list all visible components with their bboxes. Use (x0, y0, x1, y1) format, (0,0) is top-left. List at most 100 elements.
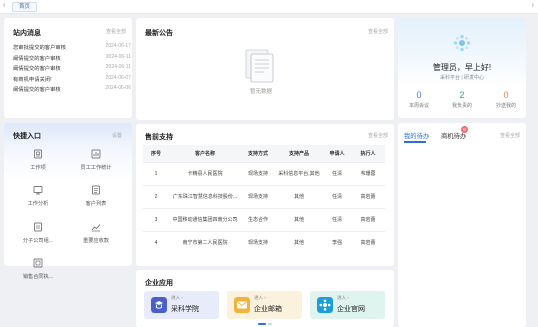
opportunity-todo-badge: 8 (461, 126, 468, 133)
todo-view-all-link[interactable]: 查看全部 (500, 132, 520, 139)
table-cell: 其他 (275, 184, 323, 208)
table-cell: 3 (143, 207, 169, 231)
quick-item-customer-list[interactable]: 客户列表 (71, 185, 121, 207)
work-analysis-icon (33, 186, 43, 195)
quick-item-label: 重要应收款 (83, 238, 109, 244)
active-tab-indicator (404, 141, 426, 143)
empty-document-icon (245, 49, 274, 83)
announcements-title: 最新公告 (145, 30, 173, 37)
message-date: 2024-06-17 (105, 43, 131, 49)
table-cell: 1 (143, 161, 169, 185)
receivable-icon (91, 224, 101, 232)
message-text: 有商机申请关闭! (13, 76, 52, 83)
table-cell: 其他 (275, 230, 323, 254)
quick-item-work-analysis[interactable]: 工作分析 (13, 185, 63, 207)
app-tile-mail[interactable]: 进入 › 企业邮箱 (227, 291, 302, 319)
app-name: 采科学院 (171, 306, 199, 313)
quick-item-subsidiary[interactable]: 分子公司组... (13, 222, 63, 244)
work-stats-icon (91, 149, 101, 159)
quick-item-label: 员工工作统计 (80, 165, 112, 171)
table-cell: 高岩蕾 (351, 230, 385, 254)
table-row[interactable]: 4 南宁市第二人民医院 现场支持 其他 李强 高岩蕾 (143, 230, 385, 254)
messages-title: 站内消息 (13, 30, 41, 37)
messages-list: 您审批提交的客户审核 2024-06-17 阚倩提交的客户审核 2024-06-… (13, 41, 133, 94)
greeting-text: 管理员，早上好! (432, 63, 492, 72)
table-cell: 高岩蕾 (351, 207, 385, 231)
column-header: 支持产品 (275, 145, 323, 162)
table-cell: 卡精县人民医院 (169, 161, 241, 185)
quick-item-contract[interactable]: 销售合同执... (13, 258, 63, 280)
stat-label: 抄送我的 (495, 103, 516, 109)
app-enter-link: 进入 › (254, 295, 266, 300)
quick-item-work-stats[interactable]: 员工工作统计 (71, 149, 121, 171)
table-cell: 韦珊蓉 (351, 161, 385, 185)
presales-view-all-link[interactable]: 查看全部 (368, 132, 388, 139)
messages-view-all-link[interactable]: 查看全部 (106, 28, 126, 35)
app-name: 企业官网 (337, 306, 365, 313)
table-cell: 任清 (323, 207, 351, 231)
column-header: 客户名称 (169, 145, 241, 162)
quick-item-work-item[interactable]: 工作项 (13, 149, 63, 171)
quick-item-label: 工作分析 (27, 201, 49, 207)
message-text: 阚倩提交的客户审核 (13, 66, 61, 72)
table-cell: 南宁市第二人民医院 (169, 230, 241, 254)
column-header: 序号 (143, 145, 169, 162)
tab-home[interactable]: 首页 (12, 2, 38, 12)
app-tile-academy[interactable]: 进入 › 采科学院 (144, 291, 219, 319)
top-tabbar: ‹ 首页 › (0, 0, 538, 14)
app-enter-link: 进入 › (171, 295, 183, 300)
app-enter-link: 进入 › (337, 295, 349, 300)
app-tile-website[interactable]: 进入 › 企业官网 (310, 291, 385, 319)
message-item[interactable]: 阚倩提交的客户审核 2024-06-11 (13, 62, 133, 73)
quick-item-label: 销售合同执... (22, 274, 54, 280)
message-item[interactable]: 您审批提交的客户审核 2024-06-17 (13, 41, 133, 52)
stat-my-responsible[interactable]: 2 我负责的 (441, 90, 483, 109)
department-text: 采科平台 | 研发中心 (439, 75, 485, 81)
column-header: 申请人 (323, 145, 351, 162)
table-cell: 任清 (323, 161, 351, 185)
message-item[interactable]: 阚倩提交的客户审核 2024-06-11 (13, 52, 133, 63)
message-text: 阚倩提交的客户审核 (13, 87, 61, 93)
carousel-dot-active[interactable] (258, 323, 266, 325)
website-icon (317, 297, 333, 313)
table-cell: 任清 (323, 184, 351, 208)
announcements-empty-text: 暂无数据 (249, 89, 272, 95)
message-item[interactable]: 阚倩提交的客户审核 2024-06-06 (13, 83, 133, 94)
customer-list-icon (92, 185, 100, 195)
table-cell: 生态合作 (241, 207, 275, 231)
stat-value: 0 (416, 90, 422, 100)
presales-support-table: 序号 客户名称 支持方式 支持产品 申请人 执行人 1 卡精县人民医院 现场支持… (143, 145, 385, 254)
message-date: 2024-06-11 (105, 53, 131, 60)
table-cell: 其他 (275, 207, 323, 231)
stat-weekly-meetings[interactable]: 0 本周会议 (398, 90, 440, 109)
carousel-dot[interactable] (268, 323, 272, 325)
subsidiary-icon (34, 222, 42, 232)
announcements-view-all-link[interactable]: 查看全部 (368, 28, 388, 35)
message-date: 2024-06-06 (105, 85, 131, 91)
table-cell: 采科信息平台,其他 (275, 161, 323, 185)
academy-icon (151, 297, 167, 313)
stat-cc-me[interactable]: 0 抄送我的 (485, 90, 527, 109)
message-text: 您审批提交的客户审核 (13, 45, 66, 51)
todo-card: 查看全部 (398, 123, 526, 327)
message-date: 2024-06-11 (105, 64, 131, 70)
quick-item-receivable[interactable]: 重要应收款 (71, 222, 121, 244)
message-item[interactable]: 有商机申请关闭! 2024-06-07 (13, 73, 133, 84)
tabs-scroll-right-icon[interactable]: › (532, 2, 534, 9)
tabs-scroll-left-icon[interactable]: ‹ (3, 2, 5, 9)
quick-entry-settings-link[interactable]: 设置 (112, 132, 122, 139)
table-row[interactable]: 1 卡精县人民医院 现场支持 采科信息平台,其他 任清 韦珊蓉 (143, 161, 385, 185)
stat-label: 本周会议 (408, 103, 429, 109)
table-cell: 现场支持 (241, 184, 275, 208)
stat-value: 2 (459, 90, 465, 100)
message-text: 阚倩提交的客户审核 (13, 55, 61, 62)
table-cell: 广东珠江智慧信息科技股份... (169, 184, 241, 208)
stat-label: 我负责的 (451, 103, 472, 109)
column-header: 执行人 (351, 145, 385, 162)
table-row[interactable]: 3 中国移动通信集团四南分公司 生态合作 其他 任清 高岩蕾 (143, 207, 385, 231)
tab-my-todo[interactable]: 我的待办 (404, 131, 429, 140)
table-cell: 现场支持 (241, 230, 275, 254)
table-cell: 李强 (323, 230, 351, 254)
table-row[interactable]: 2 广东珠江智慧信息科技股份... 现场支持 其他 任清 高岩蕾 (143, 184, 385, 208)
app-name: 企业邮箱 (254, 306, 282, 313)
